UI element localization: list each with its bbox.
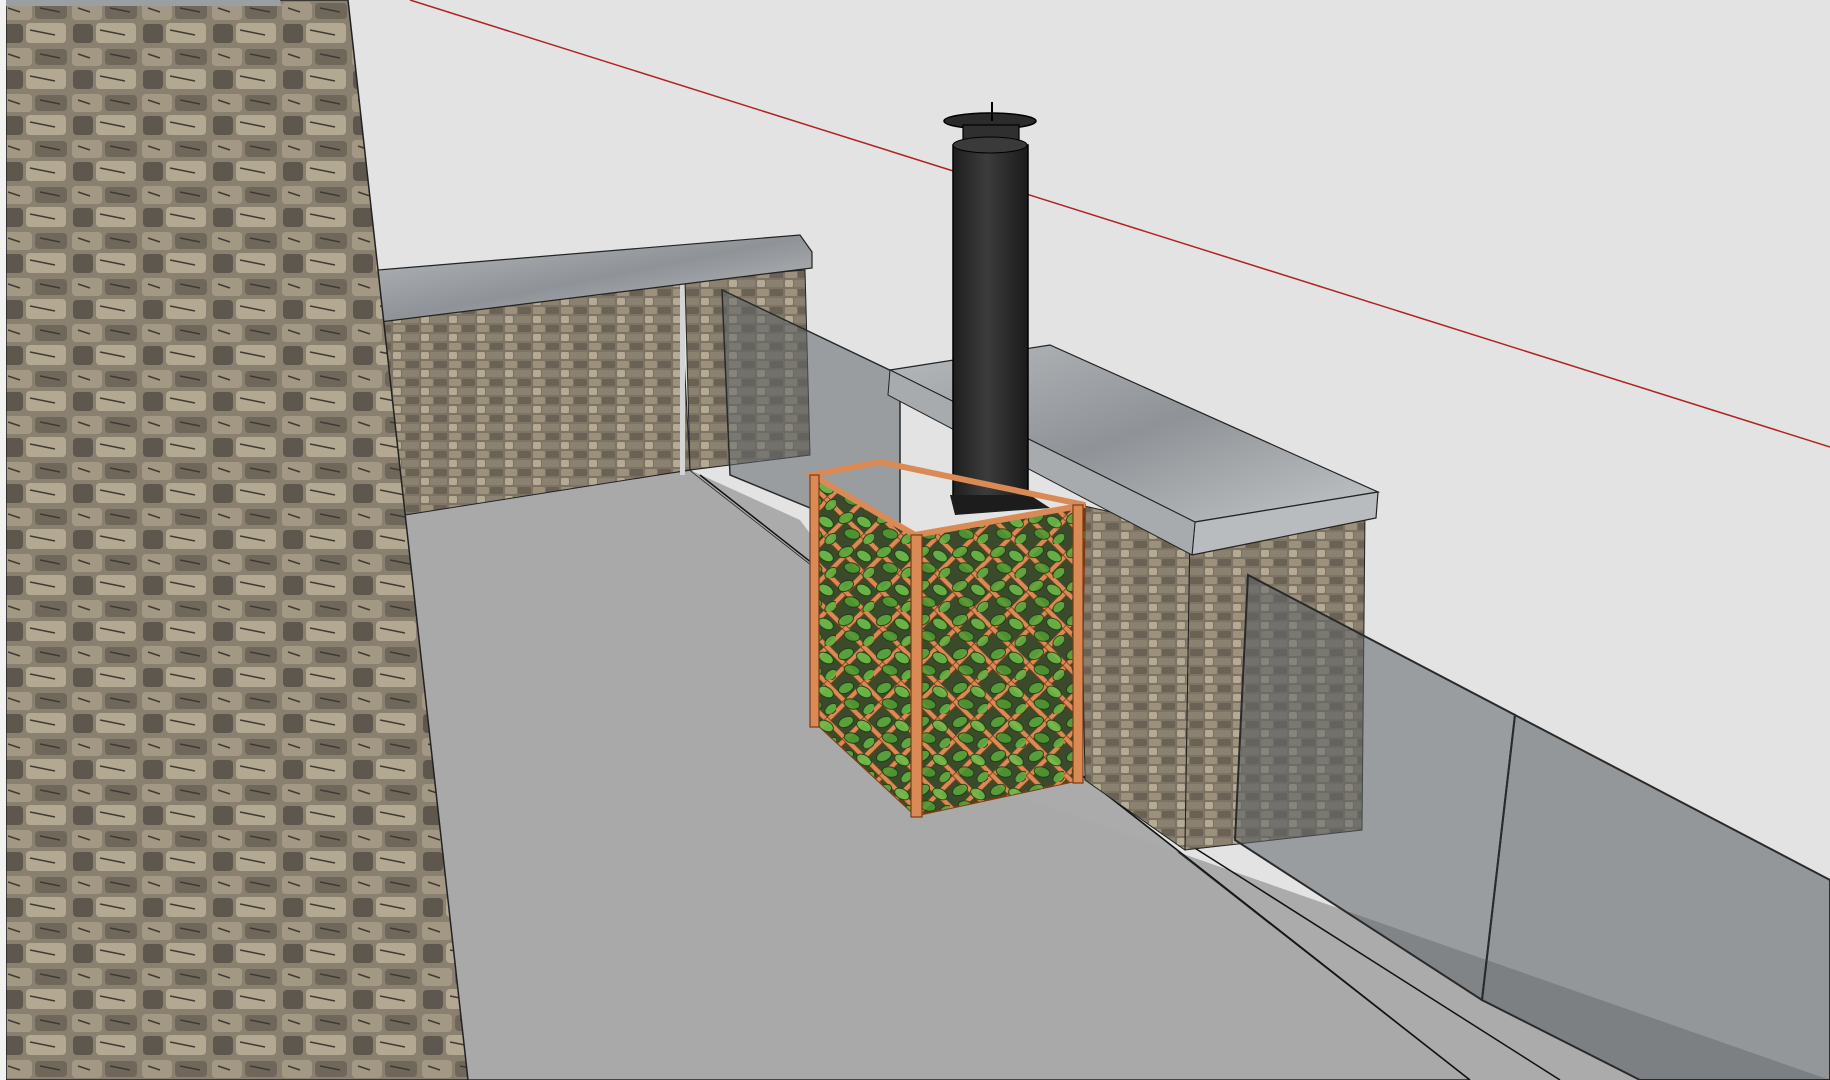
3d-model-viewport[interactable] [0, 0, 1830, 1080]
scene-canvas[interactable] [0, 0, 1830, 1080]
wall-pier [680, 285, 685, 475]
foreground-wall-top-edge [6, 0, 282, 6]
viewport-left-border [0, 0, 6, 1080]
